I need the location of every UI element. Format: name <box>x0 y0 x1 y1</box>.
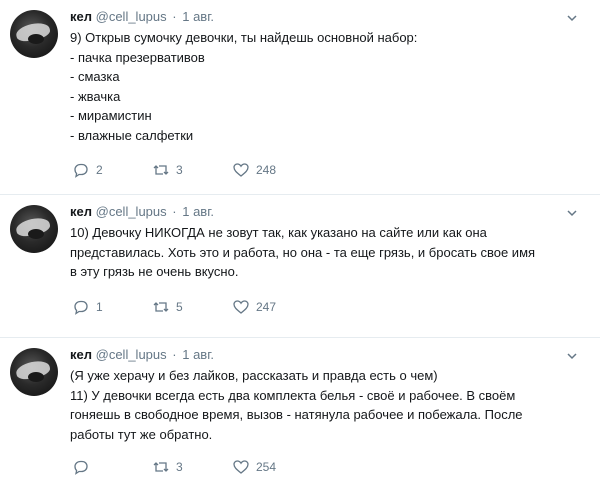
avatar[interactable] <box>10 348 58 396</box>
tweet-actions: 3 254 <box>72 458 312 476</box>
user-handle[interactable]: @cell_lupus <box>96 9 167 24</box>
avatar[interactable] <box>10 205 58 253</box>
tweet-header: кел @cell_lupus · 1 авг. <box>70 8 580 26</box>
reply-count: 2 <box>96 163 103 177</box>
avatar[interactable] <box>10 10 58 58</box>
tweet-content: кел @cell_lupus · 1 авг. (Я уже херачу и… <box>70 346 580 444</box>
user-handle[interactable]: @cell_lupus <box>96 204 167 219</box>
heart-icon <box>233 300 249 314</box>
reply-icon <box>74 163 88 178</box>
reply-count: 1 <box>96 300 103 314</box>
tweet-text-line: - смазка <box>70 69 120 84</box>
tweet-text-line: - влажные салфетки <box>70 127 194 143</box>
user-name[interactable]: кел <box>70 204 92 219</box>
retweet-button[interactable]: 5 <box>152 298 232 316</box>
user-name[interactable]: кел <box>70 9 92 24</box>
tweet[interactable]: кел @cell_lupus · 1 авг. (Я уже херачу и… <box>0 338 600 481</box>
like-count: 248 <box>256 163 277 177</box>
tweet-actions: 2 3 248 <box>72 161 312 179</box>
tweet-text-line: в эту грязь не очень вкусно. <box>70 264 239 279</box>
reply-icon <box>74 460 88 475</box>
reply-button[interactable]: 1 <box>72 298 152 316</box>
retweet-count: 5 <box>176 300 183 314</box>
user-handle[interactable]: @cell_lupus <box>96 347 167 362</box>
tweet-date[interactable]: 1 авг. <box>182 9 214 24</box>
tweet-feed: кел @cell_lupus · 1 авг. 9) Открыв сумоч… <box>0 0 600 481</box>
retweet-icon <box>153 462 169 472</box>
tweet-header: кел @cell_lupus · 1 авг. <box>70 203 580 221</box>
reply-icon <box>74 300 88 315</box>
separator-dot: · <box>172 204 177 219</box>
tweet-text: (Я уже херачу и без лайков, рассказать и… <box>70 366 580 444</box>
separator-dot: · <box>172 347 177 362</box>
tweet-text: 10) Девочку НИКОГДА не зовут так, как ук… <box>70 223 580 282</box>
tweet-actions: 1 5 247 <box>72 298 312 316</box>
retweet-icon <box>153 302 169 312</box>
tweet-text-line: 10) Девочку НИКОГДА не зовут так, как ук… <box>70 225 487 240</box>
user-name[interactable]: кел <box>70 347 92 362</box>
tweet-text-line: - мирамистин <box>70 108 152 123</box>
reply-button[interactable]: 2 <box>72 161 152 179</box>
tweet-text-line: 9) Открыв сумочку девочки, ты найдешь ос… <box>70 30 418 45</box>
heart-icon <box>233 460 249 474</box>
tweet-text-line: - пачка презервативов <box>70 49 205 65</box>
tweet-date[interactable]: 1 авг. <box>182 204 214 219</box>
reply-button[interactable] <box>72 458 152 476</box>
like-button[interactable]: 248 <box>232 161 312 179</box>
retweet-button[interactable]: 3 <box>152 161 232 179</box>
tweet-text-line: - жвачка <box>70 88 121 104</box>
tweet-header: кел @cell_lupus · 1 авг. <box>70 346 580 364</box>
heart-icon <box>233 163 249 177</box>
tweet[interactable]: кел @cell_lupus · 1 авг. 9) Открыв сумоч… <box>0 0 600 195</box>
tweet-date[interactable]: 1 авг. <box>182 347 214 362</box>
retweet-count: 3 <box>176 460 183 474</box>
tweet-text-line: работы тут же обратно. <box>70 426 213 442</box>
retweet-button[interactable]: 3 <box>152 458 232 476</box>
tweet-text-line: гоняешь в свободное время, вызов - натян… <box>70 407 523 422</box>
retweet-icon <box>153 165 169 175</box>
tweet-text-line: представилась. Хоть это и работа, но она… <box>70 244 536 260</box>
like-count: 247 <box>256 300 277 314</box>
tweet[interactable]: кел @cell_lupus · 1 авг. 10) Девочку НИК… <box>0 195 600 338</box>
like-button[interactable]: 254 <box>232 458 312 476</box>
tweet-text-line: (Я уже херачу и без лайков, рассказать и… <box>70 368 438 383</box>
tweet-content: кел @cell_lupus · 1 авг. 10) Девочку НИК… <box>70 203 580 282</box>
tweet-content: кел @cell_lupus · 1 авг. 9) Открыв сумоч… <box>70 8 580 145</box>
like-button[interactable]: 247 <box>232 298 312 316</box>
separator-dot: · <box>172 9 177 24</box>
retweet-count: 3 <box>176 163 183 177</box>
tweet-text-line: 11) У девочки всегда есть два комплекта … <box>70 387 516 403</box>
like-count: 254 <box>256 460 277 474</box>
tweet-text: 9) Открыв сумочку девочки, ты найдешь ос… <box>70 28 580 145</box>
